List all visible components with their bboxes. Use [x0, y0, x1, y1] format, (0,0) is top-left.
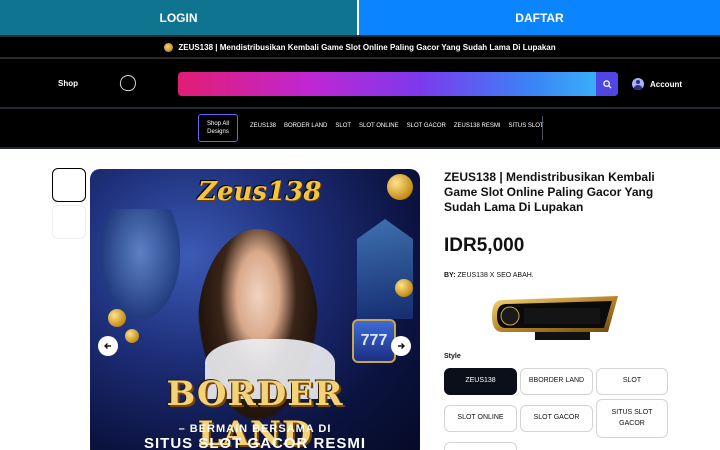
daftar-button[interactable]: DAFTAR [359, 0, 720, 35]
coin-icon [164, 42, 174, 52]
by-value: ZEUS138 X SEO ABAH. [457, 272, 534, 279]
nav-item[interactable]: SLOT [335, 123, 351, 129]
nav-item[interactable]: ZEUS138 RESMI [454, 123, 501, 129]
prev-image-button[interactable] [98, 336, 118, 356]
hero-banner: BORDER LAND [166, 374, 344, 450]
nav-item[interactable]: SLOT GACOR [407, 123, 446, 129]
nav-items: ZEUS138 BORDER LAND SLOT SLOT ONLINE SLO… [250, 123, 544, 129]
zeus-graphic [100, 209, 180, 319]
nav-item[interactable]: SITUS SLOT [509, 123, 544, 129]
thumbnail-1[interactable] [52, 168, 86, 202]
nav-divider [542, 116, 543, 140]
shop-all-designs-button[interactable]: Shop All Designs [198, 114, 238, 142]
nav-item[interactable]: BORDER LAND [284, 123, 327, 129]
arrow-right-icon [398, 343, 405, 349]
shop-link[interactable]: Shop [58, 79, 78, 88]
temple-graphic [357, 219, 413, 319]
slot-graphic: 777 [352, 319, 396, 363]
style-option-zeus138[interactable]: ZEUS138 [444, 368, 517, 395]
style-label: Style [444, 353, 461, 360]
style-option-bborder-land[interactable]: BBORDER LAND [520, 368, 593, 395]
style-option-slot-gacor[interactable]: SLOT GACOR [520, 405, 593, 432]
logo-icon[interactable] [118, 73, 138, 93]
coin-graphic [395, 279, 413, 297]
by-label: BY: [444, 272, 456, 279]
search-icon [602, 79, 612, 89]
announcement-bar: ZEUS138 | Mendistribusikan Kembali Game … [0, 35, 720, 59]
account-icon [632, 78, 644, 90]
style-option-slot[interactable]: SLOT [596, 368, 668, 395]
style-option-more[interactable] [444, 442, 517, 450]
product-title: ZEUS138 | Mendistribusikan Kembali Game … [444, 170, 655, 214]
announcement-text: ZEUS138 | Mendistribusikan Kembali Game … [178, 42, 556, 52]
product-image: Zeus138 777 BORDER LAND – BERMAIN BERSAM… [90, 169, 420, 450]
thumbnail-2[interactable] [52, 205, 86, 239]
coin-graphic [108, 309, 126, 327]
arrow-left-icon [104, 343, 111, 349]
next-image-button[interactable] [391, 336, 411, 356]
style-option-situs-slot-gacor[interactable]: SITUS SLOT GACOR [596, 399, 668, 438]
nav-item[interactable]: ZEUS138 [250, 123, 276, 129]
account-label: Account [650, 79, 682, 89]
account-link[interactable]: Account [632, 78, 682, 90]
nav-item[interactable]: SLOT ONLINE [359, 123, 399, 129]
product-price: IDR5,000 [444, 235, 525, 256]
search-button[interactable] [596, 72, 618, 96]
site-header: Shop Account [0, 59, 720, 109]
hero-logo: Zeus138 [198, 177, 322, 207]
top-bar: LOGIN DAFTAR [0, 0, 720, 35]
style-option-slot-online[interactable]: SLOT ONLINE [444, 405, 517, 432]
hero-subtitle: – BERMAIN BERSAMA DI [178, 423, 332, 435]
category-nav: Shop All Designs ZEUS138 BORDER LAND SLO… [0, 109, 720, 149]
product-by: BY: ZEUS138 X SEO ABAH. [444, 272, 534, 279]
search-input[interactable] [178, 72, 618, 96]
payment-device-image [492, 296, 618, 340]
login-button[interactable]: LOGIN [0, 0, 359, 35]
coin-graphic [387, 174, 413, 200]
coin-graphic [125, 329, 139, 343]
hero-subtitle-2: SITUS SLOT GACOR RESMI [143, 435, 366, 450]
